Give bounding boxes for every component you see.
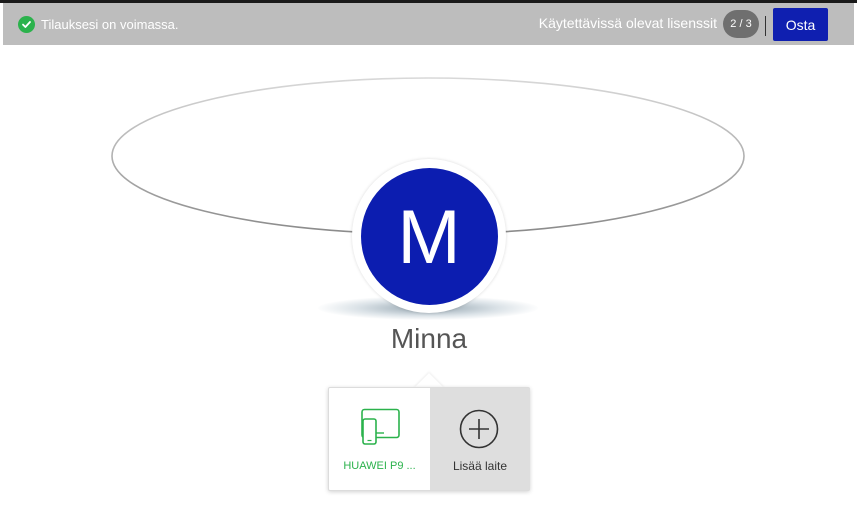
avatar-ring: M: [352, 159, 506, 313]
user-name: Minna: [390, 323, 468, 354]
device-popup: HUAWEI P9 ... Lisää laite: [328, 387, 530, 491]
add-device-label: Lisää laite: [452, 459, 508, 473]
user-avatar[interactable]: M: [360, 167, 498, 305]
popup-arrow: [414, 373, 444, 388]
device-tile-huawei[interactable]: HUAWEI P9 ...: [329, 388, 430, 490]
add-device-button[interactable]: Lisää laite: [430, 388, 530, 490]
phone-tablet-icon: [361, 408, 400, 445]
plus-circle-icon: [459, 409, 499, 449]
device-name-label: HUAWEI P9 ...: [343, 460, 416, 472]
